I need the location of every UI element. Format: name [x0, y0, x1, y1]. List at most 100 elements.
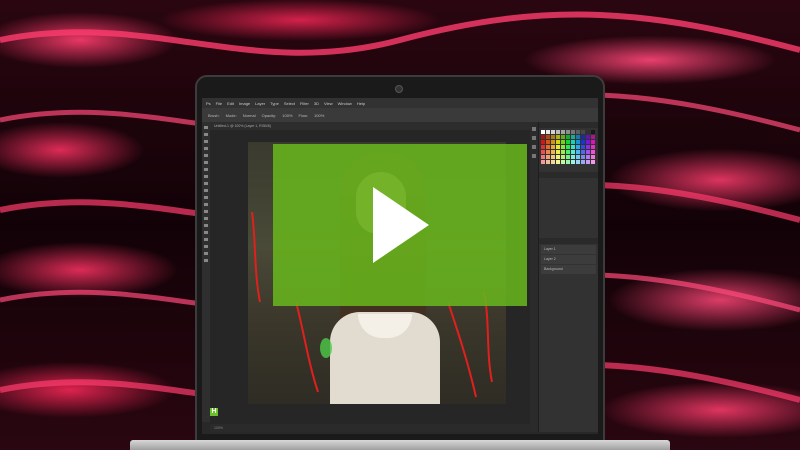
color-swatch[interactable] [551, 150, 555, 154]
marquee-tool-icon[interactable] [204, 133, 208, 136]
color-swatch[interactable] [546, 130, 550, 134]
color-swatch[interactable] [581, 155, 585, 159]
color-swatch[interactable] [571, 145, 575, 149]
color-swatch[interactable] [581, 135, 585, 139]
color-swatch[interactable] [576, 145, 580, 149]
color-swatch[interactable] [546, 145, 550, 149]
color-swatch[interactable] [561, 160, 565, 164]
color-swatch[interactable] [566, 135, 570, 139]
menu-item-3d[interactable]: 3D [314, 101, 319, 106]
color-swatch[interactable] [581, 160, 585, 164]
menu-item-layer[interactable]: Layer [255, 101, 265, 106]
layer-row[interactable]: Layer 2 [541, 255, 596, 264]
eraser-tool-icon[interactable] [204, 196, 208, 199]
color-swatch[interactable] [576, 150, 580, 154]
brush-panel-icon[interactable] [532, 145, 536, 149]
color-swatch[interactable] [561, 130, 565, 134]
color-swatch[interactable] [571, 160, 575, 164]
color-swatch[interactable] [571, 150, 575, 154]
color-swatch[interactable] [591, 135, 595, 139]
color-swatch[interactable] [551, 145, 555, 149]
color-swatch[interactable] [556, 135, 560, 139]
healing-tool-icon[interactable] [204, 168, 208, 171]
zoom-tool-icon[interactable] [204, 259, 208, 262]
menu-item-edit[interactable]: Edit [227, 101, 234, 106]
history-panel-icon[interactable] [532, 127, 536, 131]
menu-item-ps[interactable]: Ps [206, 101, 211, 106]
color-swatch[interactable] [586, 140, 590, 144]
color-swatch[interactable] [581, 140, 585, 144]
blur-tool-icon[interactable] [204, 210, 208, 213]
color-swatch[interactable] [586, 145, 590, 149]
color-swatch[interactable] [591, 140, 595, 144]
menu-item-image[interactable]: Image [239, 101, 250, 106]
color-swatch[interactable] [541, 160, 545, 164]
color-swatch[interactable] [591, 160, 595, 164]
color-swatch[interactable] [566, 140, 570, 144]
color-swatch[interactable] [591, 145, 595, 149]
color-swatch[interactable] [561, 150, 565, 154]
color-swatch[interactable] [591, 150, 595, 154]
color-swatch[interactable] [556, 130, 560, 134]
color-swatch[interactable] [571, 155, 575, 159]
color-swatch[interactable] [576, 135, 580, 139]
color-swatch[interactable] [546, 155, 550, 159]
document-tab[interactable]: Untitled-1 @ 100% (Layer 1, RGB/8) [210, 122, 530, 130]
color-swatch[interactable] [581, 150, 585, 154]
color-swatch[interactable] [581, 130, 585, 134]
play-video-button[interactable] [273, 144, 527, 306]
path-select-icon[interactable] [204, 238, 208, 241]
color-swatch[interactable] [591, 130, 595, 134]
option-opacity-value[interactable]: 100% [282, 113, 292, 118]
dodge-tool-icon[interactable] [204, 217, 208, 220]
color-swatch[interactable] [556, 160, 560, 164]
color-swatch[interactable] [576, 130, 580, 134]
gradient-tool-icon[interactable] [204, 203, 208, 206]
color-swatch[interactable] [541, 145, 545, 149]
color-swatch[interactable] [591, 155, 595, 159]
color-swatch[interactable] [541, 140, 545, 144]
color-swatch[interactable] [586, 135, 590, 139]
pen-tool-icon[interactable] [204, 224, 208, 227]
quick-select-tool-icon[interactable] [204, 147, 208, 150]
color-swatch[interactable] [566, 130, 570, 134]
color-swatch[interactable] [566, 155, 570, 159]
lasso-tool-icon[interactable] [204, 140, 208, 143]
color-swatch[interactable] [541, 130, 545, 134]
color-swatch[interactable] [541, 135, 545, 139]
color-swatch[interactable] [546, 140, 550, 144]
color-swatch[interactable] [541, 155, 545, 159]
color-swatch[interactable] [551, 155, 555, 159]
color-swatch[interactable] [561, 155, 565, 159]
color-swatch[interactable] [551, 130, 555, 134]
color-swatch[interactable] [556, 140, 560, 144]
color-swatch[interactable] [551, 140, 555, 144]
properties-panel-icon[interactable] [532, 136, 536, 140]
color-swatch[interactable] [551, 160, 555, 164]
color-swatch[interactable] [566, 160, 570, 164]
color-swatch[interactable] [546, 160, 550, 164]
color-swatch[interactable] [566, 145, 570, 149]
color-swatch[interactable] [551, 135, 555, 139]
color-swatch[interactable] [576, 155, 580, 159]
color-swatch[interactable] [566, 150, 570, 154]
eyedropper-tool-icon[interactable] [204, 161, 208, 164]
color-swatch[interactable] [581, 145, 585, 149]
color-swatch[interactable] [586, 155, 590, 159]
menu-item-window[interactable]: Window [338, 101, 352, 106]
crop-tool-icon[interactable] [204, 154, 208, 157]
layers-panel-tabs[interactable] [539, 238, 598, 244]
type-tool-icon[interactable] [204, 231, 208, 234]
color-swatch[interactable] [576, 140, 580, 144]
clone-tool-icon[interactable] [204, 182, 208, 185]
color-swatch[interactable] [571, 135, 575, 139]
color-swatch[interactable] [586, 150, 590, 154]
color-swatch[interactable] [556, 145, 560, 149]
menu-item-view[interactable]: View [324, 101, 333, 106]
layer-row[interactable]: Layer 1 [541, 245, 596, 254]
color-swatch[interactable] [561, 135, 565, 139]
color-swatch[interactable] [561, 140, 565, 144]
shape-tool-icon[interactable] [204, 245, 208, 248]
option-flow-value[interactable]: 100% [314, 113, 324, 118]
color-swatch[interactable] [576, 160, 580, 164]
